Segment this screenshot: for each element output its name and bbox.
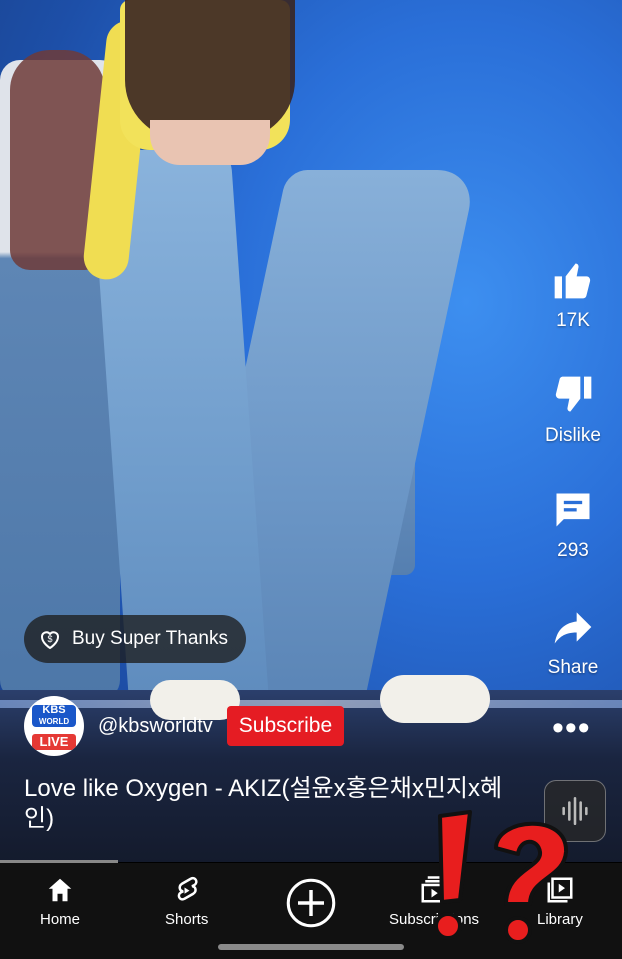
dislike-label: Dislike <box>545 425 601 446</box>
channel-avatar[interactable]: KBS WORLD LIVE <box>24 696 84 756</box>
shorts-icon <box>177 876 198 901</box>
create-icon <box>286 878 336 928</box>
subscribe-button[interactable]: Subscribe <box>226 706 345 746</box>
dancer-hair <box>125 0 295 140</box>
channel-handle[interactable]: @kbsworldtv <box>98 715 213 738</box>
like-button[interactable]: 17K <box>525 258 621 332</box>
exclamation-question-icon <box>434 810 569 944</box>
dislike-button[interactable]: Dislike <box>525 373 621 447</box>
super-thanks-label: Buy Super Thanks <box>72 628 228 649</box>
gesture-bar <box>218 944 404 950</box>
super-thanks-button[interactable]: $ Buy Super Thanks <box>24 615 246 663</box>
thumbs-up-icon <box>554 263 591 299</box>
share-label: Share <box>547 657 599 678</box>
nav-shorts[interactable]: Shorts <box>165 875 208 928</box>
nav-create[interactable] <box>285 877 337 935</box>
live-badge: LIVE <box>32 734 76 750</box>
shoe-right <box>380 675 490 723</box>
dancer-waist <box>150 120 270 165</box>
channel-row: KBS WORLD LIVE @kbsworldtv Subscribe <box>24 696 345 756</box>
svg-text:$: $ <box>47 634 52 644</box>
comments-button[interactable]: 293 <box>525 488 621 562</box>
more-options-icon[interactable]: ••• <box>552 711 591 745</box>
share-button[interactable]: Share <box>525 605 621 679</box>
comment-count: 293 <box>557 540 589 561</box>
avatar-logo: KBS WORLD <box>32 705 76 727</box>
like-count: 17K <box>556 310 590 331</box>
super-thanks-icon: $ <box>41 631 59 650</box>
comment-icon <box>556 493 590 527</box>
thumbs-down-icon <box>555 376 592 412</box>
nav-home-label: Home <box>40 911 81 928</box>
home-icon <box>48 878 72 902</box>
nav-home[interactable]: Home <box>40 875 80 928</box>
nav-shorts-label: Shorts <box>165 911 209 928</box>
share-arrow-icon <box>554 612 592 644</box>
